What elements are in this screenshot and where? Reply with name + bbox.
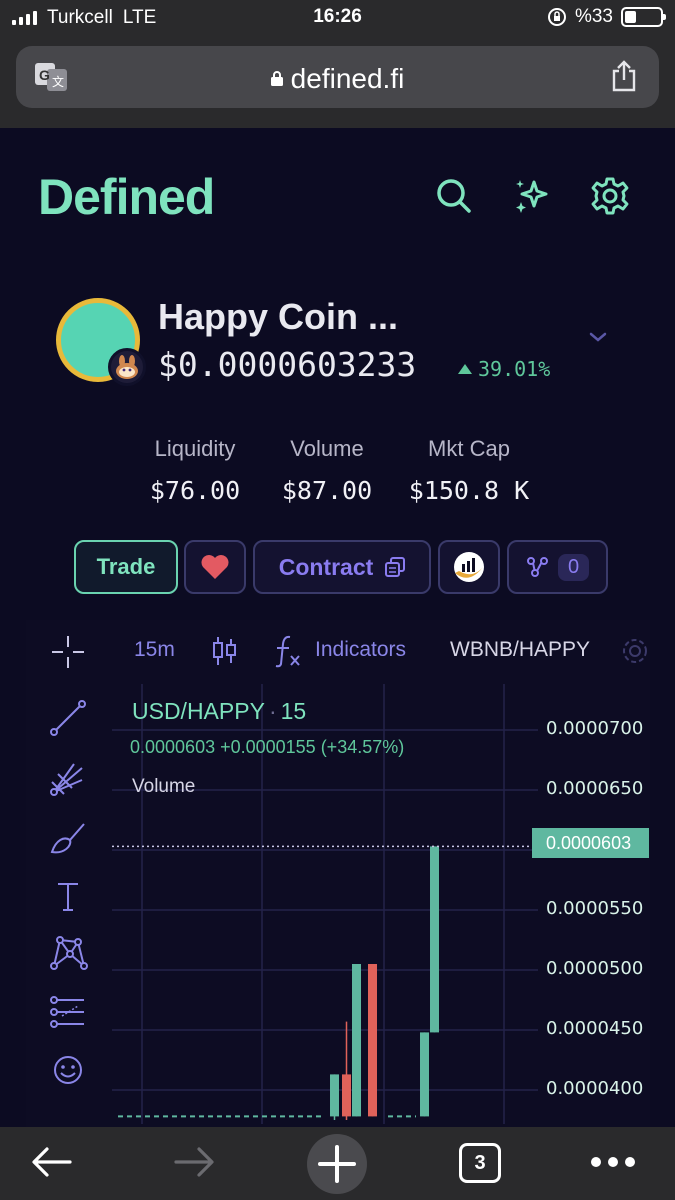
candle-body (342, 1074, 351, 1117)
contract-button-label: Contract (278, 553, 374, 580)
legend-separator: · (268, 698, 277, 724)
legend-interval: 15 (280, 698, 307, 724)
price-axis-tick: 0.0000500 (546, 958, 644, 979)
network-graph-icon (526, 557, 548, 577)
stat-value: $150.8 K (408, 476, 530, 505)
url-text: defined.fi (290, 63, 405, 94)
candle-body (368, 964, 377, 1117)
price-change: 39.01% (458, 357, 550, 381)
token-name: Happy Coin ... (158, 296, 399, 337)
chart-legend-title: USD/HAPPY · 15 (132, 698, 306, 725)
bunny-icon (116, 355, 138, 379)
tab-count: 3 (474, 1152, 486, 1174)
defined-logo[interactable]: Defined (38, 168, 215, 226)
trade-button-label: Trade (96, 554, 156, 579)
forecast-tool-icon[interactable] (48, 992, 88, 1032)
stat-volume: Volume $87.00 (272, 436, 382, 505)
pancakeswap-badge-icon (108, 348, 146, 386)
stat-liquidity: Liquidity $76.00 (142, 436, 248, 505)
tabs-button[interactable]: 3 (459, 1143, 501, 1183)
browser-chrome-top: G 文 defined.fi (0, 36, 675, 128)
chart-site-button[interactable] (438, 540, 500, 594)
stat-label: Liquidity (154, 436, 236, 461)
copy-icon (385, 557, 406, 577)
forward-arrow-icon[interactable] (172, 1145, 216, 1179)
emoji-icon[interactable] (48, 1050, 88, 1090)
search-icon[interactable] (434, 176, 474, 216)
lock-icon (270, 71, 283, 86)
battery-percent: %33 (574, 6, 613, 27)
candle-body (330, 1074, 339, 1117)
orientation-lock-icon (547, 8, 566, 26)
candle-body (430, 846, 439, 1033)
stat-label: Mkt Cap (428, 436, 510, 461)
candle-body (420, 1032, 429, 1117)
trend-line-icon[interactable] (48, 698, 88, 738)
sparkle-icon[interactable] (512, 176, 552, 216)
chart-candles (118, 846, 439, 1120)
pair-selector[interactable]: WBNB/HAPPY (450, 638, 590, 662)
candle-body (352, 964, 361, 1117)
back-arrow-icon[interactable] (30, 1145, 74, 1179)
trade-button[interactable]: Trade (74, 540, 178, 594)
price-change-value: 39.01% (478, 357, 551, 381)
bubble-map-button[interactable]: 0 (507, 540, 608, 594)
function-icon[interactable] (274, 634, 302, 668)
brush-icon[interactable] (48, 818, 88, 858)
heart-icon (201, 555, 229, 579)
address-bar[interactable]: G 文 defined.fi (16, 46, 659, 108)
legend-volume: Volume (132, 776, 196, 797)
favorite-button[interactable] (184, 540, 246, 594)
more-options-icon[interactable] (590, 1155, 636, 1169)
graph-count-badge: 0 (557, 553, 590, 581)
share-icon[interactable] (611, 60, 637, 92)
stat-value: $76.00 (149, 476, 241, 505)
chart-logo-icon (454, 552, 484, 582)
url-text-container[interactable]: defined.fi (16, 63, 659, 95)
gann-fan-icon[interactable] (48, 758, 88, 798)
up-triangle-icon (458, 364, 472, 374)
price-axis-tick: 0.0000650 (546, 778, 644, 799)
last-price-tag: 0.0000603 (532, 828, 649, 858)
candles-icon[interactable] (212, 635, 238, 667)
stat-label: Volume (290, 436, 364, 461)
status-bar: Turkcell LTE 16:26 %33 (0, 0, 675, 36)
new-tab-plus-icon[interactable] (306, 1133, 368, 1195)
interval-selector[interactable]: 15m (134, 638, 175, 662)
contract-button[interactable]: Contract (253, 540, 431, 594)
text-tool-icon[interactable] (48, 876, 88, 916)
chart-toolbar: 15m Indicators WBNB/HAPPY (112, 620, 650, 682)
price-axis-tick: 0.0000700 (546, 718, 644, 739)
chart-settings-icon[interactable] (620, 636, 650, 666)
legend-ohlc: 0.0000603 +0.0000155 (+34.57%) (130, 737, 405, 757)
price-axis-tick: 0.0000400 (546, 1078, 644, 1099)
battery-icon (621, 7, 666, 27)
settings-gear-icon[interactable] (590, 176, 630, 216)
crosshair-icon[interactable] (48, 632, 88, 672)
browser-toolbar: 3 (0, 1127, 675, 1200)
stat-value: $87.00 (281, 476, 373, 505)
indicators-button[interactable]: Indicators (315, 638, 406, 662)
legend-symbol: USD/HAPPY (132, 698, 265, 724)
stat-mkt-cap: Mkt Cap $150.8 K (402, 436, 536, 505)
pattern-tool-icon[interactable] (48, 934, 88, 974)
price-axis-tick: 0.0000450 (546, 1018, 644, 1039)
price-axis-tick: 0.0000550 (546, 898, 644, 919)
chevron-down-icon[interactable] (588, 330, 608, 344)
token-price: $0.0000603233 (158, 345, 417, 384)
